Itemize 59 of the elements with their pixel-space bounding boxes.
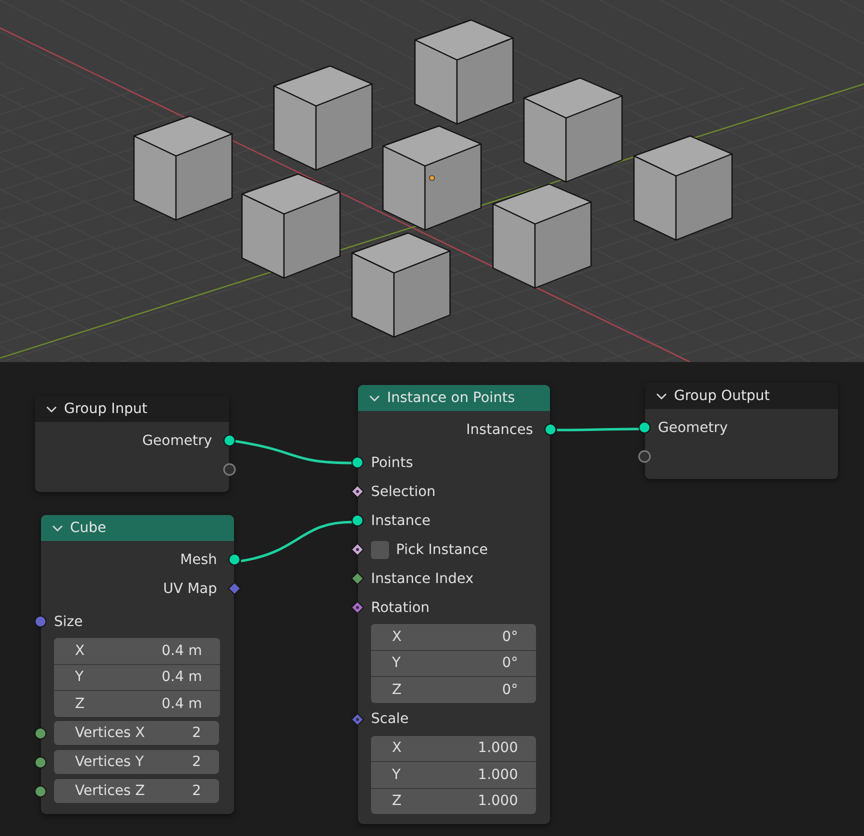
socket-handle[interactable] — [223, 463, 236, 476]
socket-label: Size — [54, 614, 83, 630]
socket-handle[interactable] — [638, 450, 651, 463]
node-card[interactable]: Instance on Points Instances Points Selection Instance Pick Instance Instance Index Rotation X 0° Y 0° Z 0° Scale X 1.000 Y 1.000 Z 1.000 — [358, 385, 550, 824]
node-header[interactable]: Cube — [41, 515, 234, 541]
node-title: Cube — [70, 520, 106, 536]
node-header[interactable]: Group Input — [35, 396, 229, 422]
socket-handle[interactable] — [351, 572, 364, 585]
number-field[interactable]: Z 0.4 m — [54, 691, 220, 716]
socket-label: Scale — [371, 711, 409, 727]
number-field[interactable]: Y 0.4 m — [54, 664, 220, 690]
socket-handle[interactable] — [544, 423, 557, 436]
checkbox[interactable] — [371, 540, 389, 558]
socket-label: Pick Instance — [396, 542, 488, 558]
socket-handle[interactable] — [638, 421, 651, 434]
chevron-icon[interactable] — [656, 392, 667, 400]
number-field[interactable]: Vertices X 2 — [54, 721, 219, 745]
socket-label: Selection — [371, 484, 436, 500]
node-header[interactable]: Instance on Points — [358, 385, 550, 411]
node-title: Group Input — [64, 401, 148, 417]
number-field[interactable]: Vertices Z 2 — [54, 779, 219, 803]
node-card[interactable]: Group Output Geometry — [645, 383, 838, 479]
socket-label: Mesh — [180, 552, 217, 568]
node-card[interactable]: Group Input Geometry — [35, 396, 229, 492]
socket-handle[interactable] — [34, 726, 47, 740]
number-field[interactable]: Y 0° — [371, 650, 536, 676]
number-field[interactable]: X 1.000 — [371, 736, 536, 761]
socket-handle[interactable] — [228, 582, 241, 595]
number-field[interactable]: Z 1.000 — [371, 788, 536, 814]
socket-label: Instance Index — [371, 570, 474, 586]
socket-label: Instances — [466, 422, 533, 438]
socket-handle[interactable] — [351, 485, 364, 498]
socket-label: Geometry — [142, 432, 212, 448]
socket-handle[interactable] — [34, 756, 47, 768]
node-title: Group Output — [674, 388, 770, 404]
socket-handle[interactable] — [228, 553, 241, 566]
socket-handle[interactable] — [351, 543, 364, 556]
socket-handle[interactable] — [34, 615, 47, 628]
number-field[interactable]: Z 0° — [371, 677, 536, 702]
socket-handle[interactable] — [351, 601, 364, 614]
socket-handle[interactable] — [351, 514, 364, 527]
socket-handle[interactable] — [34, 784, 47, 798]
socket-label: Rotation — [371, 600, 430, 616]
socket-label: Instance — [371, 512, 431, 528]
number-field[interactable]: Vertices Y 2 — [54, 750, 219, 774]
socket-label: UV Map — [163, 580, 217, 596]
chevron-icon[interactable] — [46, 406, 57, 412]
socket-label: Geometry — [658, 420, 728, 436]
origin-dot — [429, 175, 435, 181]
number-field[interactable]: X 0° — [371, 624, 536, 650]
node-header[interactable]: Group Output — [645, 383, 838, 409]
number-field[interactable]: Y 1.000 — [371, 762, 536, 788]
node-title: Instance on Points — [387, 390, 515, 406]
number-field[interactable]: X 0.4 m — [54, 638, 220, 664]
socket-handle[interactable] — [351, 456, 364, 469]
socket-handle[interactable] — [223, 434, 236, 447]
socket-label: Points — [371, 454, 414, 470]
socket-handle[interactable] — [351, 712, 364, 726]
node-card[interactable]: Cube Mesh UV Map Size X 0.4 m Y 0.4 m Z 0.4 m Vertices X 2 Vertices Y 2 Vertices Z 2 — [41, 515, 234, 814]
